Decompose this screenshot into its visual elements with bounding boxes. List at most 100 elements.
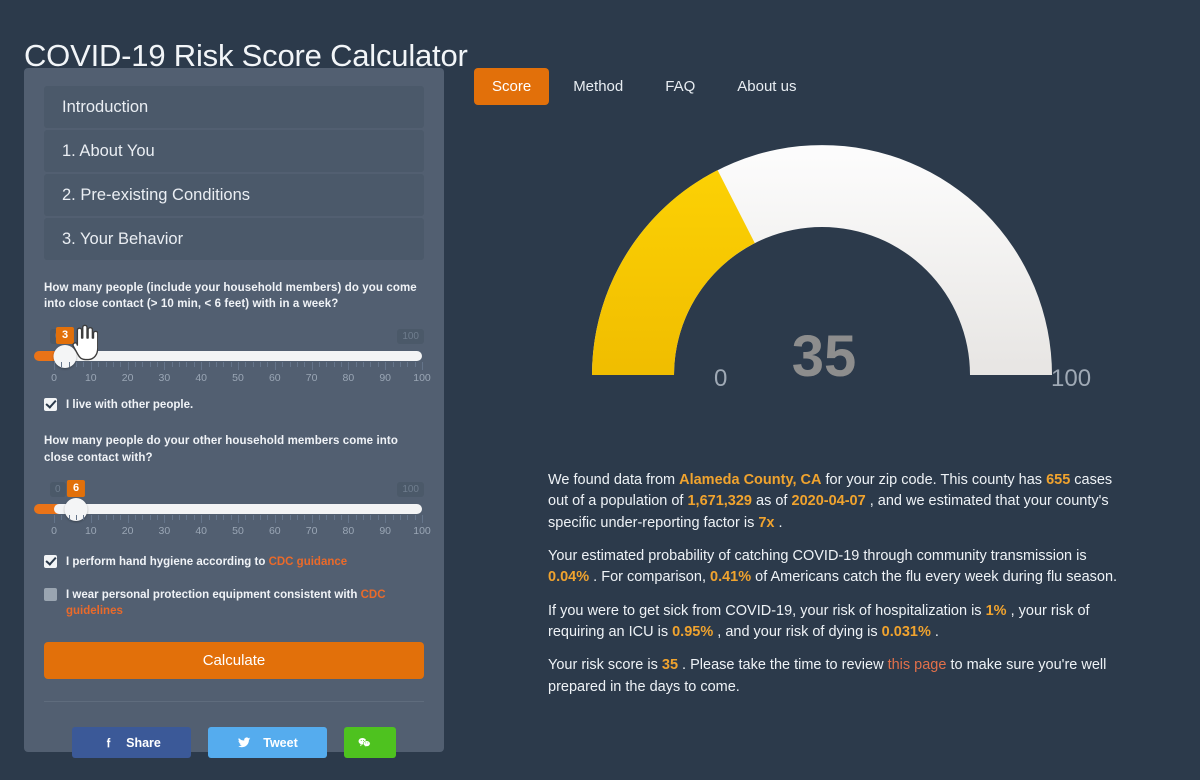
divider — [44, 701, 424, 702]
slider-scale-tick-label: 20 — [121, 371, 134, 384]
text: We found data from — [548, 472, 680, 488]
slider-track[interactable] — [54, 350, 422, 361]
share-wechat-button[interactable] — [344, 727, 396, 758]
slider-scale: 0 10 20 30 40 50 60 70 80 90 100 — [51, 371, 431, 386]
slider-scale-tick-label: 0 — [51, 371, 57, 384]
county-value: Alameda County, CA — [679, 472, 822, 488]
text: . — [774, 514, 783, 531]
left-panel: Introduction 1. About You 2. Pre-existin… — [24, 68, 444, 758]
slider-scale: 0 10 20 30 40 50 60 70 80 90 100 — [51, 524, 431, 539]
slider-scale-tick-label: 80 — [342, 371, 355, 384]
share-twitter-button[interactable]: Tweet — [208, 727, 327, 758]
slider-max-label: 100 — [397, 328, 424, 344]
slider-scale-tick-label: 100 — [413, 524, 431, 537]
share-facebook-button[interactable]: Share — [72, 727, 191, 758]
risk-score-gauge: 35 0 100 — [474, 127, 1174, 457]
share-twitter-label: Tweet — [263, 735, 298, 750]
slider-scale-tick-label: 70 — [305, 371, 318, 384]
slider-min-label: 0 — [50, 481, 66, 497]
wechat-icon — [358, 737, 371, 748]
risk-score-value: 35 — [661, 657, 679, 674]
checkbox-row-live-with-others[interactable]: I live with other people. — [44, 397, 424, 414]
results-text: We found data from Alameda County, CA fo… — [548, 470, 1120, 698]
sidebar-item-label: 3. Your Behavior — [62, 229, 184, 248]
slider-value-bubble: 6 — [67, 479, 86, 497]
hospitalization-value: 1% — [985, 602, 1007, 619]
slider-scale-tick-label: 60 — [268, 371, 281, 384]
sidebar-item-label: Introduction — [62, 97, 149, 116]
text: . — [930, 623, 939, 640]
slider-close-contact[interactable]: 0 100 3 0 10 20 30 40 50 60 70 80 90 100 — [34, 321, 431, 386]
sidebar-item-pre-existing-conditions[interactable]: 2. Pre-existing Conditions — [44, 174, 424, 216]
text: . For comparison, — [589, 569, 710, 586]
question-close-contact-label: How many people (include your household … — [44, 282, 417, 311]
behavior-form: How many people (include your household … — [34, 280, 431, 758]
tab-about-us[interactable]: About us — [719, 68, 814, 105]
slider-scale-tick-label: 10 — [84, 524, 97, 537]
date-value: 2020-04-07 — [791, 493, 866, 510]
slider-scale-tick-label: 90 — [379, 371, 392, 384]
text: I perform hand hygiene according to — [66, 555, 269, 568]
sidebar-item-introduction[interactable]: Introduction — [44, 86, 424, 128]
checkbox-ppe[interactable] — [44, 587, 57, 601]
share-row: Share Tweet — [44, 727, 424, 758]
sidebar-item-your-behavior[interactable]: 3. Your Behavior — [44, 218, 424, 260]
checkbox-hand-hygiene[interactable] — [44, 554, 57, 568]
slider-scale-tick-label: 20 — [121, 524, 134, 537]
icu-value: 0.95% — [672, 623, 714, 640]
checkbox-ppe-label: I wear personal protection equipment con… — [66, 587, 424, 620]
text: . Please take the time to review — [678, 657, 888, 674]
this-page-link[interactable]: this page — [888, 657, 947, 673]
share-facebook-label: Share — [126, 735, 161, 750]
probability-value: 0.04% — [548, 569, 590, 586]
cases-value: 655 — [1046, 472, 1071, 488]
checkbox-row-ppe[interactable]: I wear personal protection equipment con… — [44, 587, 424, 620]
text: I wear personal protection equipment con… — [66, 588, 361, 601]
text: for your zip code. This county has — [821, 472, 1047, 488]
slider-ticks — [54, 514, 423, 523]
flu-rate-value: 0.41% — [710, 569, 752, 586]
text: Your estimated probability of catching C… — [548, 547, 1087, 564]
cdc-guidance-link[interactable]: CDC guidance — [269, 556, 348, 568]
checkbox-live-with-others[interactable] — [44, 397, 57, 411]
tab-bar: Score Method FAQ About us — [474, 68, 1174, 105]
population-value: 1,671,329 — [687, 493, 752, 510]
twitter-icon — [238, 737, 251, 748]
slider-scale-tick-label: 30 — [158, 371, 171, 384]
text: , and your risk of dying is — [713, 623, 882, 640]
slider-scale-tick-label: 40 — [195, 524, 208, 537]
tab-method[interactable]: Method — [555, 68, 641, 105]
tab-faq[interactable]: FAQ — [647, 68, 713, 105]
slider-scale-tick-label: 0 — [51, 524, 57, 537]
checkbox-live-with-others-label: I live with other people. — [66, 398, 194, 411]
checkbox-row-hand-hygiene[interactable]: I perform hand hygiene according to CDC … — [44, 554, 424, 571]
slider-scale-tick-label: 10 — [84, 371, 97, 384]
slider-scale-tick-label: 30 — [158, 524, 171, 537]
slider-scale-tick-label: 50 — [232, 371, 244, 384]
gauge-max-label: 100 — [1051, 365, 1092, 392]
slider-scale-tick-label: 60 — [268, 524, 281, 537]
text: as of — [752, 493, 792, 510]
slider-track[interactable] — [54, 503, 422, 514]
slider-ticks — [54, 361, 423, 370]
slider-scale-tick-label: 50 — [232, 524, 244, 537]
result-paragraph-county: We found data from Alameda County, CA fo… — [548, 470, 1120, 534]
right-column: Score Method FAQ About us 35 0 100 — [474, 68, 1174, 457]
slider-scale-tick-label: 70 — [305, 524, 318, 537]
question-household-contact-label: How many people do your other household … — [44, 435, 398, 464]
tab-score[interactable]: Score — [474, 68, 550, 105]
calculate-button[interactable]: Calculate — [44, 642, 424, 679]
slider-household-contact[interactable]: 0 100 6 0 10 20 30 40 50 60 70 80 90 100 — [34, 474, 431, 539]
result-paragraph-score: Your risk score is 35 . Please take the … — [548, 655, 1120, 698]
slider-scale-tick-label: 100 — [413, 371, 431, 384]
sidebar-item-label: 2. Pre-existing Conditions — [62, 185, 251, 204]
sidebar-item-label: 1. About You — [62, 141, 155, 160]
underreporting-factor-value: 7x — [758, 514, 775, 531]
text: Your risk score is — [548, 657, 662, 674]
slider-scale-tick-label: 90 — [379, 524, 392, 537]
facebook-icon — [107, 737, 111, 748]
checkbox-hand-hygiene-label: I perform hand hygiene according to CDC … — [66, 554, 347, 571]
result-paragraph-severity: If you were to get sick from COVID-19, y… — [548, 601, 1120, 644]
slider-max-label: 100 — [397, 481, 424, 497]
sidebar-item-about-you[interactable]: 1. About You — [44, 130, 424, 172]
